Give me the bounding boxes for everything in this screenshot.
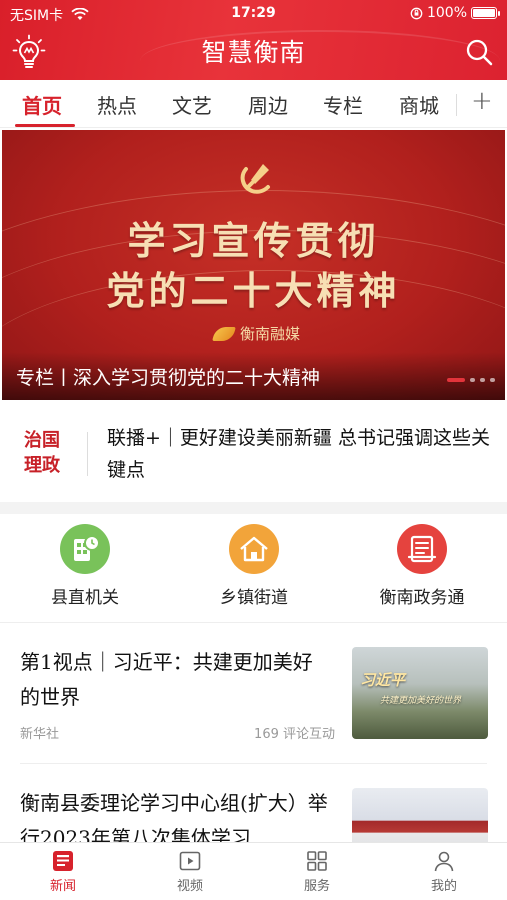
section-gap (0, 502, 507, 514)
battery-percent: 100% (426, 5, 467, 21)
service-gov-portal[interactable]: 衡南政务通 (352, 524, 492, 608)
battery-status: 100% (410, 5, 500, 21)
service-label: 衡南政务通 (379, 588, 465, 608)
channel-tabs: 首页 热点 文艺 周边 专栏 商城 + (0, 80, 507, 128)
news-item[interactable]: 第1视点｜习近平：共建更加美好的世界 新华社 169 评论互动 习近平 共建更加… (0, 623, 507, 763)
nav-label: 我的 (430, 879, 457, 894)
policy-headline[interactable]: 联播+｜更好建设美丽新疆 总书记强调这些关键点 (107, 422, 492, 486)
carousel-indicator (447, 378, 495, 382)
news-source: 新华社 (20, 727, 60, 742)
news-comment-count: 169 评论互动 (254, 727, 335, 742)
news-icon (53, 851, 73, 871)
tab-hot[interactable]: 热点 (97, 90, 137, 119)
hero-banner[interactable]: 学习宣传贯彻 党的二十大精神 衡南融媒 专栏丨深入学习贯彻党的二十大精神 (2, 130, 505, 400)
thumbnail-subtitle: 共建更加美好的世界 (380, 696, 462, 706)
policy-headline-card[interactable]: 治国 理政 联播+｜更好建设美丽新疆 总书记强调这些关键点 (0, 400, 507, 502)
banner-headline-1: 学习宣传贯彻 (127, 218, 380, 263)
policy-badge-line: 治国 (24, 430, 60, 451)
carousel-dot (480, 378, 485, 382)
service-towns-streets[interactable]: 乡镇街道 (184, 524, 324, 608)
service-label: 乡镇街道 (220, 588, 288, 608)
app-header: 无SIM卡 17:29 100% 智慧衡南 (0, 0, 507, 80)
home-icon (229, 524, 279, 574)
media-logo-icon (212, 326, 236, 341)
active-tab-indicator (15, 124, 75, 127)
app-title: 智慧衡南 (201, 38, 306, 67)
orientation-lock-icon (410, 7, 423, 19)
news-thumbnail[interactable]: 习近平 共建更加美好的世界 (352, 647, 488, 739)
nav-profile[interactable]: 我的 (404, 849, 484, 894)
bottom-navigation: 新闻 视频 服务 我的 (0, 842, 507, 900)
user-icon (434, 851, 454, 872)
service-label: 县直机关 (51, 588, 119, 608)
service-county-agencies[interactable]: 县直机关 (15, 524, 155, 608)
service-shortcuts: 县直机关 乡镇街道 衡南政务通 (0, 514, 507, 622)
news-title[interactable]: 第1视点｜习近平：共建更加美好的世界 (20, 645, 330, 715)
grid-icon (307, 851, 327, 871)
policy-badge-line: 理政 (24, 455, 60, 476)
news-title[interactable]: 衡南县委理论学习中心组(扩大）举行2023年第八次集体学习 (20, 786, 330, 844)
carousel-dot-active (447, 378, 465, 382)
tab-divider (456, 94, 457, 116)
nav-label: 服务 (303, 879, 330, 894)
battery-icon (471, 7, 500, 19)
search-icon[interactable] (465, 38, 493, 66)
policy-divider (87, 432, 88, 476)
news-item[interactable]: 衡南县委理论学习中心组(扩大）举行2023年第八次集体学习 (0, 764, 507, 844)
document-icon (397, 524, 447, 574)
banner-logo-text: 衡南融媒 (240, 325, 301, 343)
tab-columns[interactable]: 专栏 (323, 90, 363, 119)
carousel-dot (490, 378, 495, 382)
nav-label: 视频 (176, 879, 203, 894)
tab-nearby[interactable]: 周边 (248, 90, 288, 119)
tab-mall[interactable]: 商城 (399, 90, 439, 119)
party-emblem-icon (240, 164, 270, 194)
nav-label: 新闻 (49, 879, 76, 894)
tab-home[interactable]: 首页 (22, 90, 62, 119)
tab-arts[interactable]: 文艺 (172, 90, 212, 119)
building-icon (60, 524, 110, 574)
video-icon (179, 851, 201, 871)
news-thumbnail[interactable] (352, 788, 488, 844)
banner-logo: 衡南融媒 (212, 323, 301, 344)
thumbnail-title: 习近平 (360, 671, 406, 689)
nav-news[interactable]: 新闻 (23, 849, 103, 894)
banner-headline-2: 党的二十大精神 (106, 268, 401, 313)
banner-caption: 专栏丨深入学习贯彻党的二十大精神 (16, 367, 321, 389)
nav-video[interactable]: 视频 (150, 849, 230, 894)
status-bar: 无SIM卡 17:29 100% (0, 4, 507, 26)
carousel-dot (470, 378, 475, 382)
policy-badge: 治国 理政 (24, 428, 68, 478)
add-tab-button[interactable]: + (471, 86, 493, 116)
nav-services[interactable]: 服务 (277, 849, 357, 894)
